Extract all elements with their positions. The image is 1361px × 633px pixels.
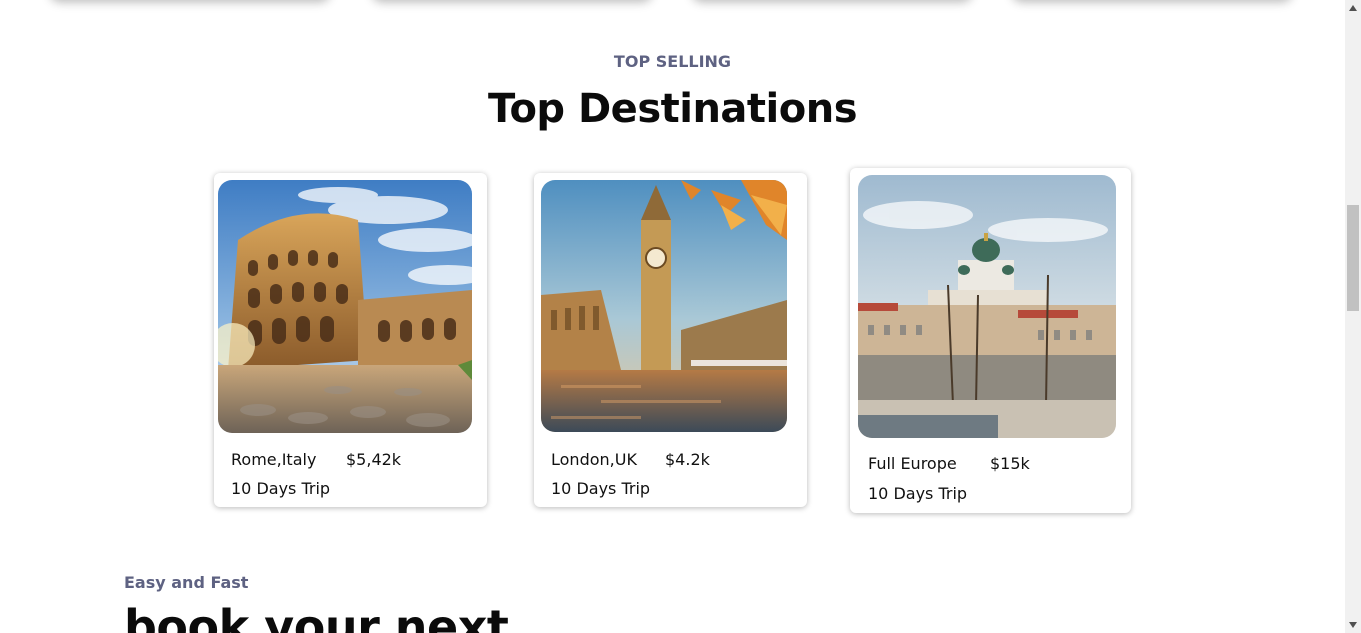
section-subtitle: TOP SELLING	[613, 52, 732, 71]
big-ben-image	[541, 180, 787, 432]
destination-card-europe[interactable]: Full Europe $15k 10 Days Trip	[850, 168, 1131, 513]
destination-duration: 10 Days Trip	[551, 479, 651, 498]
destination-price: $5,42k	[346, 450, 402, 469]
destination-place: London,UK	[551, 450, 637, 469]
next-section-title: book your next	[124, 600, 509, 633]
destination-card-rome[interactable]: Rome,Italy $5,42k 10 Days Trip	[214, 173, 487, 507]
section-title: Top Destinations	[487, 86, 858, 132]
vertical-scrollbar[interactable]	[1345, 0, 1361, 633]
destination-duration: 10 Days Trip	[231, 479, 331, 498]
destination-duration: 10 Days Trip	[868, 484, 968, 503]
destination-price: $4.2k	[665, 450, 710, 469]
destination-place: Rome,Italy	[231, 450, 317, 469]
scrollbar-thumb[interactable]	[1347, 205, 1359, 311]
scroll-up-arrow-icon[interactable]	[1345, 0, 1361, 16]
scroll-down-arrow-icon[interactable]	[1345, 617, 1361, 633]
destination-place: Full Europe	[868, 454, 957, 473]
destination-card-london[interactable]: London,UK $4.2k 10 Days Trip	[534, 173, 807, 507]
helsinki-cathedral-image	[858, 175, 1116, 438]
colosseum-image	[218, 180, 472, 433]
page: TOP SELLING Top Destinations Rome,Italy …	[0, 0, 1345, 633]
destination-price: $15k	[990, 454, 1030, 473]
next-section-subtitle: Easy and Fast	[124, 573, 249, 592]
